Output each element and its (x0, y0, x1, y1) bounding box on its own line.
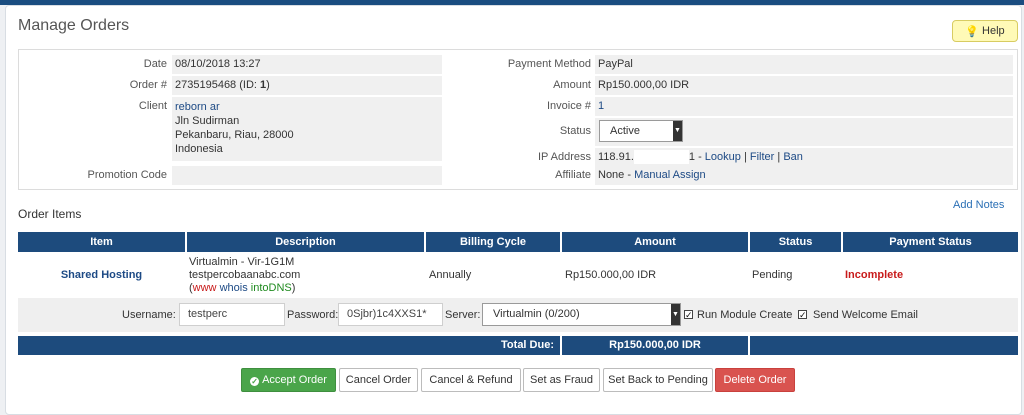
payment-method-label: Payment Method (507, 58, 591, 70)
payment-method-value: PayPal (595, 55, 1013, 74)
client-value: reborn ar Jln Sudirman Pekanbaru, Riau, … (172, 97, 442, 161)
col-payment-status: Payment Status (843, 232, 1018, 252)
col-status: Status (750, 232, 841, 252)
description-line: Virtualmin - Vir-1G1M (189, 256, 295, 268)
order-number-value: 2735195468 (ID: 1) (172, 76, 442, 95)
set-as-fraud-button[interactable]: Set as Fraud (523, 368, 600, 392)
payment-status-cell: Incomplete (845, 269, 904, 281)
accept-order-button[interactable]: ✓ Accept Order (241, 368, 336, 392)
affiliate-none: None - (598, 169, 635, 181)
page-title: Manage Orders (18, 17, 130, 34)
status-cell: Pending (752, 269, 793, 281)
www-link[interactable]: www (193, 282, 217, 294)
set-back-to-pending-button[interactable]: Set Back to Pending (603, 368, 713, 392)
billing-cycle-cell: Annually (429, 269, 472, 281)
cancel-order-button[interactable]: Cancel Order (339, 368, 418, 392)
total-due-label: Total Due: (18, 336, 560, 355)
amount-label: Amount (553, 79, 591, 91)
ip-address-value: 118.91. 1 - Lookup | Filter | Ban (595, 148, 1013, 167)
welcome-email-label: Send Welcome Email (813, 309, 918, 321)
add-notes-link[interactable]: Add Notes (953, 199, 1004, 211)
welcome-email-checkbox[interactable]: ✓ (798, 310, 807, 320)
password-label: Password: (287, 309, 339, 321)
manual-assign-link[interactable]: Manual Assign (634, 169, 706, 181)
separator: | (777, 151, 781, 163)
col-billing-cycle: Billing Cycle (426, 232, 560, 252)
order-number: 2735195468 (175, 79, 237, 91)
order-id-prefix: (ID: (239, 79, 261, 91)
client-address-line: Jln Sudirman (175, 115, 240, 127)
total-bar-filler (750, 336, 1018, 355)
separator: | (743, 151, 747, 163)
password-input[interactable]: 0Sjbr)1c4XXS1* (338, 303, 443, 326)
help-label: Help (982, 25, 1005, 37)
ip-suffix: 1 - (688, 151, 705, 163)
order-number-label: Order # (129, 79, 167, 91)
order-id-suffix: ) (266, 79, 270, 91)
server-selected-value: Virtualmin (0/200) (493, 308, 580, 320)
cancel-refund-button[interactable]: Cancel & Refund (421, 368, 521, 392)
col-amount: Amount (562, 232, 748, 252)
client-address-line: Indonesia (175, 143, 223, 155)
ip-lookup-link[interactable]: Lookup (705, 151, 741, 163)
col-description: Description (187, 232, 424, 252)
ip-prefix: 118.91. (598, 151, 634, 163)
promotion-code-value (172, 166, 442, 185)
help-button[interactable]: 💡 Help (952, 20, 1018, 42)
ip-redaction (633, 150, 689, 165)
status-select[interactable]: Active ▼ (599, 120, 683, 142)
server-select[interactable]: Virtualmin (0/200) ▼ (482, 303, 681, 326)
delete-order-button[interactable]: Delete Order (715, 368, 795, 392)
ip-address-label: IP Address (538, 151, 591, 163)
invoice-link[interactable]: 1 (598, 100, 604, 112)
amount-value: Rp150.000,00 IDR (595, 76, 1013, 95)
whois-link[interactable]: whois (220, 282, 248, 294)
description-domain: testpercobaanabc.com (189, 269, 301, 281)
affiliate-value: None - Manual Assign (595, 166, 1013, 185)
ip-ban-link[interactable]: Ban (783, 151, 803, 163)
invoice-label: Invoice # (546, 100, 591, 112)
ip-filter-link[interactable]: Filter (750, 151, 774, 163)
description-cell: Virtualmin - Vir-1G1M testpercobaanabc.c… (189, 256, 424, 295)
col-item: Item (18, 232, 185, 252)
run-module-label: Run Module Create (697, 309, 793, 321)
client-name-link[interactable]: reborn ar (175, 101, 220, 113)
item-cell: Shared Hosting (18, 269, 185, 282)
manage-orders-panel: Manage Orders 💡 Help Date 08/10/2018 13:… (5, 5, 1022, 415)
username-label: Username: (122, 309, 176, 321)
lightbulb-icon: 💡 (965, 25, 980, 38)
intodns-link[interactable]: intoDNS (251, 282, 292, 294)
check-circle-icon: ✓ (250, 377, 260, 386)
status-selected-value: Active (610, 125, 640, 137)
server-label: Server: (445, 309, 481, 321)
affiliate-label: Affiliate (555, 169, 591, 181)
order-details: Date 08/10/2018 13:27 Order # 2735195468… (18, 49, 1018, 190)
date-value: 08/10/2018 13:27 (172, 55, 442, 74)
run-module-checkbox[interactable]: ✓ (684, 310, 693, 320)
client-address-line: Pekanbaru, Riau, 28000 (175, 129, 294, 141)
order-items-title: Order Items (18, 207, 82, 221)
close-paren: ) (291, 282, 296, 294)
date-label: Date (143, 58, 167, 70)
chevron-down-icon: ▼ (671, 304, 680, 325)
total-due-value: Rp150.000,00 IDR (562, 336, 748, 355)
chevron-down-icon: ▼ (673, 121, 682, 141)
accept-order-label: Accept Order (262, 374, 327, 386)
status-label: Status (559, 125, 591, 137)
amount-cell: Rp150.000,00 IDR (565, 269, 657, 281)
invoice-value: 1 (595, 97, 1013, 116)
item-link[interactable]: Shared Hosting (61, 269, 142, 281)
client-label: Client (138, 100, 167, 112)
username-input[interactable]: testperc (179, 303, 285, 326)
promotion-code-label: Promotion Code (87, 169, 168, 181)
